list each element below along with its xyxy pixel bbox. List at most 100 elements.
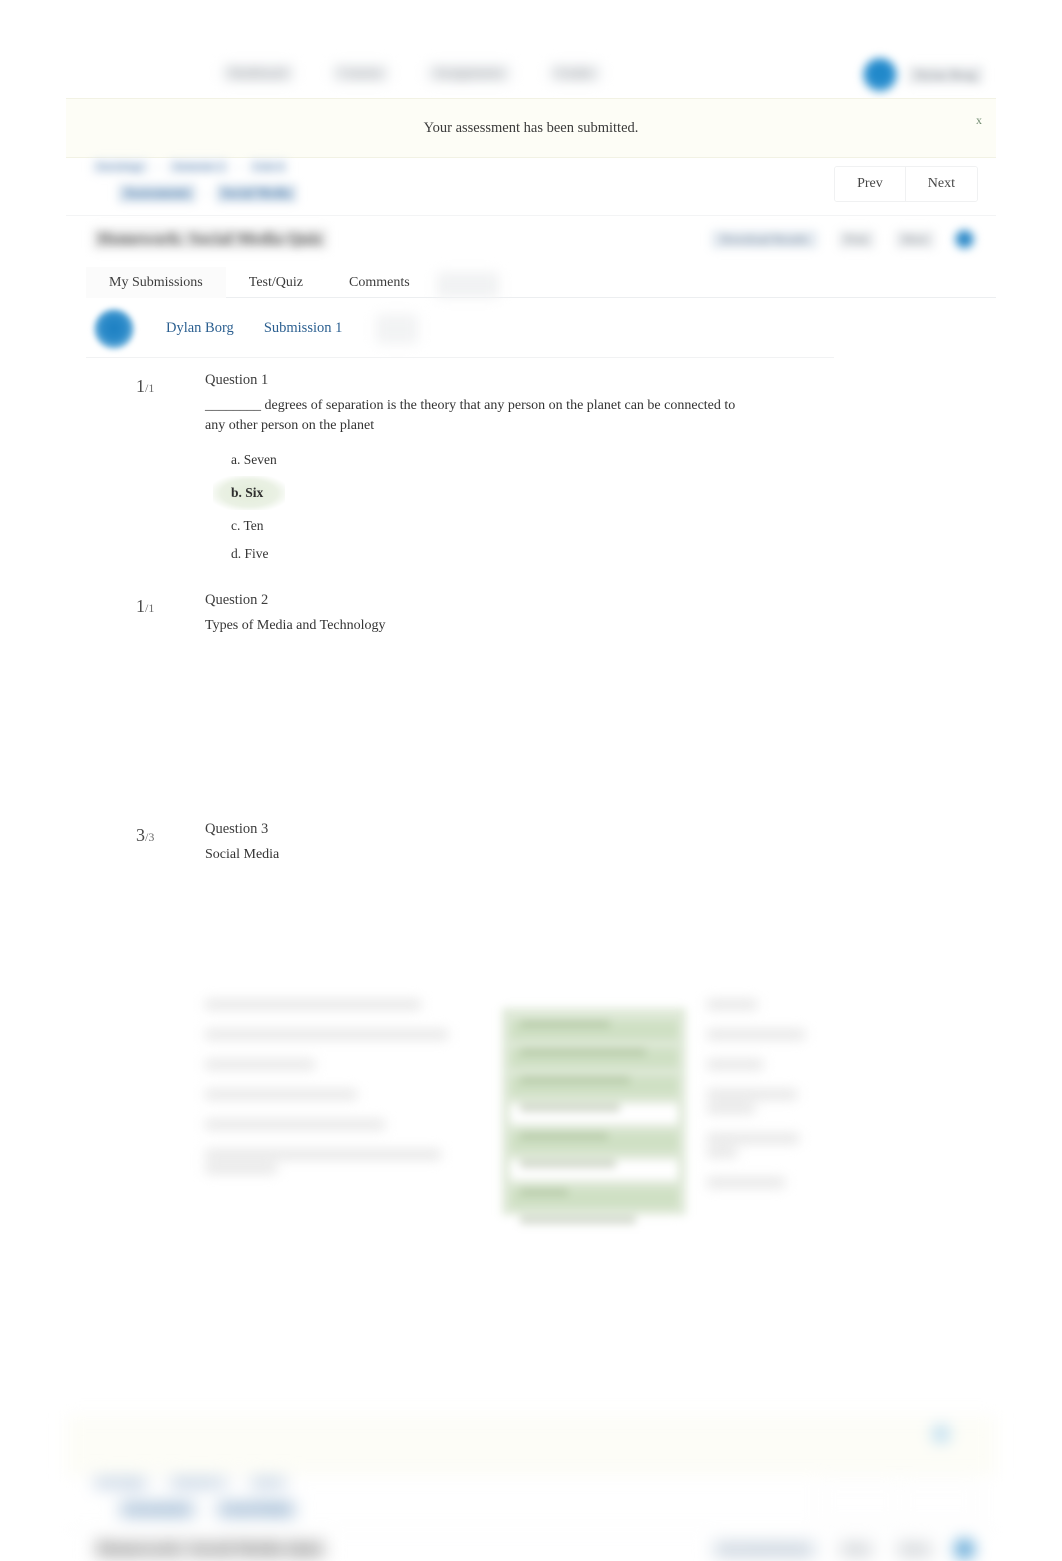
footer-breadcrumb-separator: › <box>156 1477 161 1489</box>
footer-breadcrumb: Sociology › Semester 2 › Unit 4 Assessme… <box>92 1476 297 1519</box>
user-avatar-icon[interactable] <box>863 58 898 92</box>
tab-test-quiz[interactable]: Test/Quiz <box>226 267 326 298</box>
footer-prev-button[interactable] <box>821 1483 899 1521</box>
nav-link-grades[interactable]: Grades <box>548 64 601 82</box>
page-title: Homework: Social Media Quiz <box>92 228 329 250</box>
nav-link-assignments[interactable]: Assignments <box>427 64 511 82</box>
close-icon[interactable]: x <box>976 113 982 128</box>
footer-breadcrumb-item-semester[interactable]: Semester 2 <box>168 1476 230 1490</box>
footer-status-avatar-icon[interactable] <box>955 1540 974 1559</box>
question-options: a. Seven b. Six c. Ten d. Five <box>205 446 905 568</box>
breadcrumb-item-social-media[interactable]: Social Media <box>215 184 297 203</box>
nav-link-dashboard[interactable]: Dashboard <box>222 64 295 82</box>
student-avatar-icon <box>94 308 134 349</box>
submission-student-name[interactable]: Dylan Borg <box>166 320 234 337</box>
matching-answer[interactable] <box>510 1132 678 1152</box>
footer-breadcrumb-separator: › <box>237 1477 241 1489</box>
matching-answer[interactable] <box>510 1104 678 1124</box>
breadcrumb: Sociology › Semester 2 › Unit 4 Assessme… <box>92 160 512 203</box>
question-text: Types of Media and Technology <box>205 618 386 633</box>
next-button[interactable]: Next <box>904 167 977 201</box>
matching-labels-column <box>707 1000 825 1208</box>
matching-answers-column <box>502 1008 686 1236</box>
breadcrumb-separator: › <box>203 187 208 200</box>
question-label: Question 2 <box>205 592 269 608</box>
footer-print-button[interactable]: Print <box>837 1540 875 1559</box>
matching-answer[interactable] <box>510 1020 678 1040</box>
submission-link[interactable]: Submission 1 <box>264 320 343 337</box>
top-nav-user-menu[interactable]: Dylan Borg <box>863 58 984 92</box>
breadcrumb-item-semester[interactable]: Semester 2 <box>168 160 230 174</box>
breadcrumb-separator: › <box>237 161 241 173</box>
nav-link-courses[interactable]: Courses <box>332 64 390 82</box>
matching-label <box>707 1060 825 1069</box>
matching-label <box>707 1090 825 1113</box>
matching-answer[interactable] <box>510 1160 678 1180</box>
question-score: 1/1 <box>136 596 154 617</box>
question-score-value: 3 <box>136 825 145 845</box>
option-b-selected[interactable]: b. Six <box>213 475 286 510</box>
status-avatar-icon[interactable] <box>955 230 974 249</box>
tab-comments[interactable]: Comments <box>326 267 433 298</box>
matching-answer[interactable] <box>510 1216 678 1236</box>
top-nav-username: Dylan Borg <box>907 65 984 85</box>
footer-assessment-toolbar: Download Results Print More <box>711 1540 974 1559</box>
question-score-total: /1 <box>145 601 155 615</box>
matching-label <box>707 1000 825 1009</box>
option-c[interactable]: c. Ten <box>231 512 905 540</box>
submission-actions-placeholder[interactable] <box>376 313 419 344</box>
pager-controls: Prev Next <box>834 166 978 202</box>
matching-answer[interactable] <box>510 1076 678 1096</box>
prev-button[interactable]: Prev <box>835 167 905 201</box>
question-score-total: /1 <box>145 381 155 395</box>
question-score: 1/1 <box>136 376 154 397</box>
matching-prompt <box>205 1000 463 1009</box>
footer-next-button[interactable] <box>899 1483 977 1521</box>
matching-answer[interactable] <box>510 1048 678 1068</box>
footer-breadcrumb-band: Sociology › Semester 2 › Unit 4 Assessme… <box>66 1474 996 1530</box>
tab-bar: My Submissions Test/Quiz Comments <box>86 264 996 298</box>
breadcrumb-item-course[interactable]: Sociology <box>92 160 149 174</box>
question-body: Question 1 ________ degrees of separatio… <box>205 372 905 568</box>
footer-breadcrumb-separator: › <box>203 1503 208 1516</box>
question-text: Social Media <box>205 847 280 862</box>
question-block: 1/1 Question 2 Types of Media and Techno… <box>0 592 1062 772</box>
footer-more-button[interactable]: More <box>895 1540 935 1559</box>
question-score: 3/3 <box>136 825 154 846</box>
question-text: ________ degrees of separation is the th… <box>205 398 736 433</box>
matching-label <box>707 1134 825 1157</box>
footer-breadcrumb-item-social-media[interactable]: Social Media <box>215 1500 297 1519</box>
print-button[interactable]: Print <box>837 230 875 249</box>
question-score-total: /3 <box>145 830 155 844</box>
question-body: Question 3 Social Media <box>205 821 905 865</box>
tab-my-submissions[interactable]: My Submissions <box>86 267 226 298</box>
footer-breadcrumb-item-unit[interactable]: Unit 4 <box>248 1476 288 1490</box>
footer-pager-controls <box>820 1482 978 1522</box>
breadcrumb-separator: › <box>156 161 161 173</box>
question-block: 3/3 Question 3 Social Media <box>0 821 1062 941</box>
question-body: Question 2 Types of Media and Technology <box>205 592 905 636</box>
footer-download-results-button[interactable]: Download Results <box>711 1540 818 1559</box>
matching-label <box>707 1178 825 1187</box>
download-results-button[interactable]: Download Results <box>711 230 818 249</box>
assessment-toolbar: Download Results Print More <box>711 230 974 249</box>
submission-row[interactable]: Dylan Borg Submission 1 <box>86 300 834 358</box>
tab-overflow-placeholder[interactable] <box>436 272 499 298</box>
footer-breadcrumb-item-assessments[interactable]: Assessments <box>118 1500 196 1519</box>
matching-prompt <box>205 1060 463 1069</box>
top-navigation-bar: Dashboard Courses Assignments Grades Dyl… <box>0 0 1062 96</box>
matching-answer-grid <box>205 1000 825 1236</box>
more-button[interactable]: More <box>895 230 935 249</box>
assessment-results-page: Dashboard Courses Assignments Grades Dyl… <box>0 0 1062 1561</box>
option-a[interactable]: a. Seven <box>231 446 905 474</box>
breadcrumb-header-band: Sociology › Semester 2 › Unit 4 Assessme… <box>66 158 996 216</box>
matching-answer[interactable] <box>510 1188 678 1208</box>
footer-status-icon <box>932 1425 950 1443</box>
question-block: 1/1 Question 1 ________ degrees of separ… <box>0 372 1062 572</box>
breadcrumb-item-assessments[interactable]: Assessments <box>118 184 196 203</box>
option-d[interactable]: d. Five <box>231 540 905 568</box>
question-score-value: 1 <box>136 376 145 396</box>
footer-breadcrumb-item-course[interactable]: Sociology <box>92 1476 149 1490</box>
question-label: Question 1 <box>205 372 269 388</box>
breadcrumb-item-unit[interactable]: Unit 4 <box>248 160 288 174</box>
